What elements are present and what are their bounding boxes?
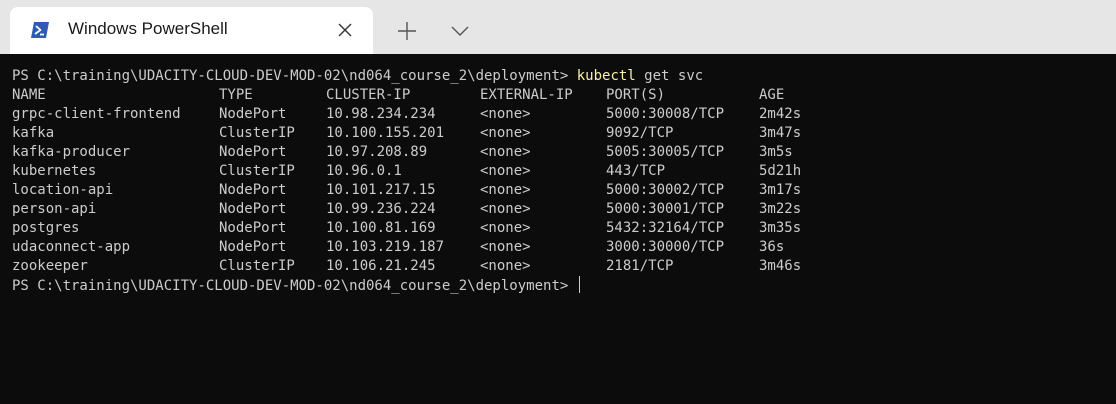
header-ports: PORT(S) bbox=[606, 87, 666, 103]
tab-title: Windows PowerShell bbox=[68, 19, 228, 38]
table-row: kafka ClusterIP 10.100.155.201 <none> 9092/T… bbox=[12, 124, 1116, 143]
command-line: PS C:\training\UDACITY-CLOUD-DEV-MOD-02\… bbox=[12, 67, 1116, 86]
cell-type: NodePort bbox=[219, 201, 287, 217]
final-prompt-line: PS C:\training\UDACITY-CLOUD-DEV-MOD-02\… bbox=[12, 276, 1116, 295]
cell-ports: 5005:30005/TCP bbox=[606, 144, 725, 160]
table-row: grpc-client-frontend NodePort 10.98.234.23… bbox=[12, 105, 1116, 124]
cell-external-ip: <none> bbox=[480, 182, 531, 198]
cell-type: NodePort bbox=[219, 239, 287, 255]
cell-type: NodePort bbox=[219, 182, 287, 198]
cell-name: grpc-client-frontend bbox=[12, 106, 181, 122]
cell-external-ip: <none> bbox=[480, 163, 531, 179]
command-name: kubectl bbox=[576, 68, 636, 84]
cell-type: ClusterIP bbox=[219, 125, 295, 141]
cell-ports: 5000:30001/TCP bbox=[606, 201, 725, 217]
table-row: location-api NodePort 10.101.217.15 <none> 5… bbox=[12, 181, 1116, 200]
cell-ports: 9092/TCP bbox=[606, 125, 674, 141]
command-args: get svc bbox=[635, 68, 704, 84]
prompt: PS C:\training\UDACITY-CLOUD-DEV-MOD-02\… bbox=[12, 278, 577, 294]
table-row: kafka-producer NodePort 10.97.208.89 <none>… bbox=[12, 143, 1116, 162]
cell-type: NodePort bbox=[219, 144, 287, 160]
header-type: TYPE bbox=[219, 87, 253, 103]
cell-name: kafka-producer bbox=[12, 144, 131, 160]
cell-name: kubernetes bbox=[12, 163, 97, 179]
cell-name: location-api bbox=[12, 182, 114, 198]
cell-type: ClusterIP bbox=[219, 163, 295, 179]
close-icon[interactable] bbox=[336, 21, 354, 39]
cell-type: ClusterIP bbox=[219, 258, 295, 274]
cell-external-ip: <none> bbox=[480, 201, 531, 217]
cell-type: NodePort bbox=[219, 220, 287, 236]
header-cluster-ip: CLUSTER-IP bbox=[326, 87, 411, 103]
cell-age: 3m5s bbox=[759, 144, 793, 160]
cell-ports: 443/TCP bbox=[606, 163, 666, 179]
table-row: postgres NodePort 10.100.81.169 <none> 5432:… bbox=[12, 219, 1116, 238]
table-row: person-api NodePort 10.99.236.224 <none> 500… bbox=[12, 200, 1116, 219]
cell-cluster-ip: 10.98.234.234 bbox=[326, 106, 436, 122]
plus-icon[interactable] bbox=[396, 20, 418, 42]
cell-cluster-ip: 10.103.219.187 bbox=[326, 239, 445, 255]
terminal-window: Windows PowerShell PS C:\training\UDACIT… bbox=[0, 0, 1116, 404]
cell-name: person-api bbox=[12, 201, 97, 217]
cell-ports: 3000:30000/TCP bbox=[606, 239, 725, 255]
text-cursor bbox=[578, 276, 580, 293]
cell-external-ip: <none> bbox=[480, 144, 531, 160]
cell-cluster-ip: 10.106.21.245 bbox=[326, 258, 436, 274]
cell-ports: 2181/TCP bbox=[606, 258, 674, 274]
table-row: kubernetes ClusterIP 10.96.0.1 <none> 443/TC… bbox=[12, 162, 1116, 181]
cell-type: NodePort bbox=[219, 106, 287, 122]
cell-ports: 5000:30008/TCP bbox=[606, 106, 725, 122]
cell-age: 3m46s bbox=[759, 258, 802, 274]
powershell-icon bbox=[31, 22, 49, 38]
cell-name: udaconnect-app bbox=[12, 239, 131, 255]
terminal-output[interactable]: PS C:\training\UDACITY-CLOUD-DEV-MOD-02\… bbox=[0, 54, 1116, 404]
cell-age: 5d21h bbox=[759, 163, 802, 179]
prompt: PS C:\training\UDACITY-CLOUD-DEV-MOD-02\… bbox=[12, 68, 577, 84]
cell-external-ip: <none> bbox=[480, 125, 531, 141]
cell-age: 3m35s bbox=[759, 220, 802, 236]
cell-cluster-ip: 10.97.208.89 bbox=[326, 144, 428, 160]
header-age: AGE bbox=[759, 87, 785, 103]
header-external-ip: EXTERNAL-IP bbox=[480, 87, 573, 103]
table-header: NAME TYPE CLUSTER-IP EXTERNAL-IP PORT(S) AGE bbox=[12, 86, 1116, 105]
cell-cluster-ip: 10.96.0.1 bbox=[326, 163, 402, 179]
table-row: udaconnect-app NodePort 10.103.219.187 <non… bbox=[12, 238, 1116, 257]
cell-name: kafka bbox=[12, 125, 55, 141]
cell-external-ip: <none> bbox=[480, 220, 531, 236]
tab-windows-powershell[interactable]: Windows PowerShell bbox=[10, 7, 373, 54]
cell-cluster-ip: 10.99.236.224 bbox=[326, 201, 436, 217]
chevron-down-icon[interactable] bbox=[449, 22, 471, 40]
cell-age: 3m17s bbox=[759, 182, 802, 198]
cell-cluster-ip: 10.100.155.201 bbox=[326, 125, 445, 141]
cell-name: postgres bbox=[12, 220, 80, 236]
header-name: NAME bbox=[12, 87, 46, 103]
cell-ports: 5000:30002/TCP bbox=[606, 182, 725, 198]
cell-age: 3m47s bbox=[759, 125, 802, 141]
cell-external-ip: <none> bbox=[480, 239, 531, 255]
table-row: zookeeper ClusterIP 10.106.21.245 <none> 218… bbox=[12, 257, 1116, 276]
cell-cluster-ip: 10.100.81.169 bbox=[326, 220, 436, 236]
cell-age: 3m22s bbox=[759, 201, 802, 217]
cell-name: zookeeper bbox=[12, 258, 88, 274]
cell-age: 36s bbox=[759, 239, 785, 255]
cell-ports: 5432:32164/TCP bbox=[606, 220, 725, 236]
cell-age: 2m42s bbox=[759, 106, 802, 122]
title-bar: Windows PowerShell bbox=[0, 0, 1116, 54]
cell-external-ip: <none> bbox=[480, 258, 531, 274]
cell-cluster-ip: 10.101.217.15 bbox=[326, 182, 436, 198]
cell-external-ip: <none> bbox=[480, 106, 531, 122]
